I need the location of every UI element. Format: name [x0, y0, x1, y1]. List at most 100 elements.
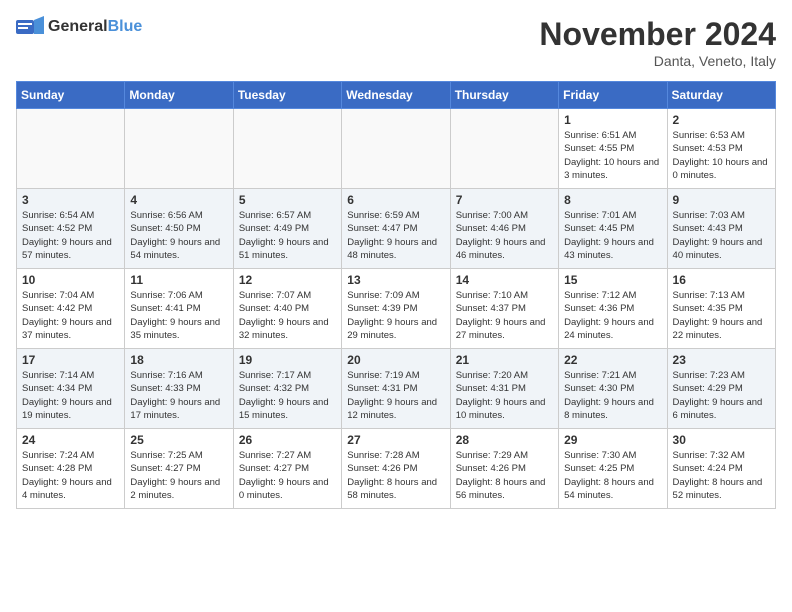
title-area: November 2024 Danta, Veneto, Italy — [539, 16, 776, 69]
calendar-cell — [125, 109, 233, 189]
calendar-table: SundayMondayTuesdayWednesdayThursdayFrid… — [16, 81, 776, 509]
day-number: 21 — [456, 353, 553, 367]
calendar-cell: 16Sunrise: 7:13 AM Sunset: 4:35 PM Dayli… — [667, 269, 775, 349]
calendar-cell: 26 Sunrise: 7:27 AM Sunset: 4:27 PM Dayli… — [233, 429, 341, 509]
day-info: Sunrise: 7:30 AM Sunset: 4:25 PM Dayligh… — [564, 449, 661, 502]
day-number: 24 — [22, 433, 119, 447]
day-info: Sunrise: 7:27 AM Sunset: 4:27 PM Dayligh… — [239, 449, 336, 502]
calendar-cell: 30Sunrise: 7:32 AM Sunset: 4:24 PM Dayli… — [667, 429, 775, 509]
calendar-cell: 2 Sunrise: 6:53 AM Sunset: 4:53 PM Daylig… — [667, 109, 775, 189]
day-info: Sunrise: 6:54 AM Sunset: 4:52 PM Dayligh… — [22, 209, 119, 262]
day-header-monday: Monday — [125, 82, 233, 109]
calendar-cell: 3 Sunrise: 6:54 AM Sunset: 4:52 PM Daylig… — [17, 189, 125, 269]
day-number: 12 — [239, 273, 336, 287]
day-header-saturday: Saturday — [667, 82, 775, 109]
day-header-thursday: Thursday — [450, 82, 558, 109]
calendar-cell: 5Sunrise: 6:57 AM Sunset: 4:49 PM Daylig… — [233, 189, 341, 269]
day-number: 20 — [347, 353, 444, 367]
week-row-1: 1 Sunrise: 6:51 AM Sunset: 4:55 PM Daylig… — [17, 109, 776, 189]
day-number: 3 — [22, 193, 119, 207]
day-info: Sunrise: 7:06 AM Sunset: 4:41 PM Dayligh… — [130, 289, 227, 342]
day-number: 8 — [564, 193, 661, 207]
week-row-5: 24 Sunrise: 7:24 AM Sunset: 4:28 PM Dayli… — [17, 429, 776, 509]
day-number: 10 — [22, 273, 119, 287]
calendar-cell: 20 Sunrise: 7:19 AM Sunset: 4:31 PM Dayli… — [342, 349, 450, 429]
day-info: Sunrise: 7:09 AM Sunset: 4:39 PM Dayligh… — [347, 289, 444, 342]
logo-blue-text: Blue — [108, 18, 143, 35]
day-info: Sunrise: 7:04 AM Sunset: 4:42 PM Dayligh… — [22, 289, 119, 342]
calendar-cell: 21 Sunrise: 7:20 AM Sunset: 4:31 PM Dayli… — [450, 349, 558, 429]
day-info: Sunrise: 7:00 AM Sunset: 4:46 PM Dayligh… — [456, 209, 553, 262]
day-header-friday: Friday — [559, 82, 667, 109]
day-number: 14 — [456, 273, 553, 287]
day-info: Sunrise: 7:21 AM Sunset: 4:30 PM Dayligh… — [564, 369, 661, 422]
day-number: 15 — [564, 273, 661, 287]
calendar-cell: 23 Sunrise: 7:23 AM Sunset: 4:29 PM Dayli… — [667, 349, 775, 429]
calendar-cell: 4 Sunrise: 6:56 AM Sunset: 4:50 PM Daylig… — [125, 189, 233, 269]
day-number: 29 — [564, 433, 661, 447]
day-info: Sunrise: 7:29 AM Sunset: 4:26 PM Dayligh… — [456, 449, 553, 502]
day-number: 17 — [22, 353, 119, 367]
day-info: Sunrise: 7:07 AM Sunset: 4:40 PM Dayligh… — [239, 289, 336, 342]
calendar-cell: 13 Sunrise: 7:09 AM Sunset: 4:39 PM Dayli… — [342, 269, 450, 349]
calendar-cell — [450, 109, 558, 189]
calendar-cell: 29 Sunrise: 7:30 AM Sunset: 4:25 PM Dayli… — [559, 429, 667, 509]
day-number: 23 — [673, 353, 770, 367]
day-number: 7 — [456, 193, 553, 207]
day-info: Sunrise: 6:53 AM Sunset: 4:53 PM Dayligh… — [673, 129, 770, 182]
day-number: 13 — [347, 273, 444, 287]
day-info: Sunrise: 7:12 AM Sunset: 4:36 PM Dayligh… — [564, 289, 661, 342]
calendar-cell: 25Sunrise: 7:25 AM Sunset: 4:27 PM Dayli… — [125, 429, 233, 509]
day-header-tuesday: Tuesday — [233, 82, 341, 109]
day-info: Sunrise: 7:10 AM Sunset: 4:37 PM Dayligh… — [456, 289, 553, 342]
day-info: Sunrise: 6:51 AM Sunset: 4:55 PM Dayligh… — [564, 129, 661, 182]
day-number: 11 — [130, 273, 227, 287]
day-number: 28 — [456, 433, 553, 447]
day-info: Sunrise: 7:17 AM Sunset: 4:32 PM Dayligh… — [239, 369, 336, 422]
week-row-3: 10 Sunrise: 7:04 AM Sunset: 4:42 PM Dayli… — [17, 269, 776, 349]
day-number: 4 — [130, 193, 227, 207]
calendar-cell: 17 Sunrise: 7:14 AM Sunset: 4:34 PM Dayli… — [17, 349, 125, 429]
calendar-cell: 24 Sunrise: 7:24 AM Sunset: 4:28 PM Dayli… — [17, 429, 125, 509]
day-info: Sunrise: 7:03 AM Sunset: 4:43 PM Dayligh… — [673, 209, 770, 262]
header-row: SundayMondayTuesdayWednesdayThursdayFrid… — [17, 82, 776, 109]
logo-icon — [16, 16, 44, 38]
day-info: Sunrise: 7:23 AM Sunset: 4:29 PM Dayligh… — [673, 369, 770, 422]
day-number: 27 — [347, 433, 444, 447]
day-number: 30 — [673, 433, 770, 447]
calendar-cell: 10 Sunrise: 7:04 AM Sunset: 4:42 PM Dayli… — [17, 269, 125, 349]
calendar-cell: 11 Sunrise: 7:06 AM Sunset: 4:41 PM Dayli… — [125, 269, 233, 349]
calendar-cell — [342, 109, 450, 189]
day-number: 1 — [564, 113, 661, 127]
day-number: 18 — [130, 353, 227, 367]
logo: GeneralBlue — [16, 16, 142, 38]
day-number: 19 — [239, 353, 336, 367]
calendar-cell — [233, 109, 341, 189]
day-info: Sunrise: 7:14 AM Sunset: 4:34 PM Dayligh… — [22, 369, 119, 422]
calendar-cell: 18Sunrise: 7:16 AM Sunset: 4:33 PM Dayli… — [125, 349, 233, 429]
day-info: Sunrise: 7:24 AM Sunset: 4:28 PM Dayligh… — [22, 449, 119, 502]
day-header-sunday: Sunday — [17, 82, 125, 109]
calendar-cell: 9 Sunrise: 7:03 AM Sunset: 4:43 PM Daylig… — [667, 189, 775, 269]
day-number: 5 — [239, 193, 336, 207]
month-title: November 2024 — [539, 16, 776, 53]
calendar-cell — [17, 109, 125, 189]
day-number: 25 — [130, 433, 227, 447]
day-info: Sunrise: 6:56 AM Sunset: 4:50 PM Dayligh… — [130, 209, 227, 262]
day-number: 6 — [347, 193, 444, 207]
day-number: 22 — [564, 353, 661, 367]
day-info: Sunrise: 7:28 AM Sunset: 4:26 PM Dayligh… — [347, 449, 444, 502]
day-info: Sunrise: 7:20 AM Sunset: 4:31 PM Dayligh… — [456, 369, 553, 422]
calendar-cell: 6Sunrise: 6:59 AM Sunset: 4:47 PM Daylig… — [342, 189, 450, 269]
calendar-cell: 15 Sunrise: 7:12 AM Sunset: 4:36 PM Dayli… — [559, 269, 667, 349]
page-header: GeneralBlue November 2024 Danta, Veneto,… — [16, 16, 776, 69]
day-number: 9 — [673, 193, 770, 207]
calendar-cell: 19 Sunrise: 7:17 AM Sunset: 4:32 PM Dayli… — [233, 349, 341, 429]
logo-general-text: General — [48, 18, 108, 35]
day-number: 26 — [239, 433, 336, 447]
week-row-4: 17 Sunrise: 7:14 AM Sunset: 4:34 PM Dayli… — [17, 349, 776, 429]
calendar-cell: 27 Sunrise: 7:28 AM Sunset: 4:26 PM Dayli… — [342, 429, 450, 509]
day-info: Sunrise: 7:19 AM Sunset: 4:31 PM Dayligh… — [347, 369, 444, 422]
day-number: 2 — [673, 113, 770, 127]
day-header-wednesday: Wednesday — [342, 82, 450, 109]
